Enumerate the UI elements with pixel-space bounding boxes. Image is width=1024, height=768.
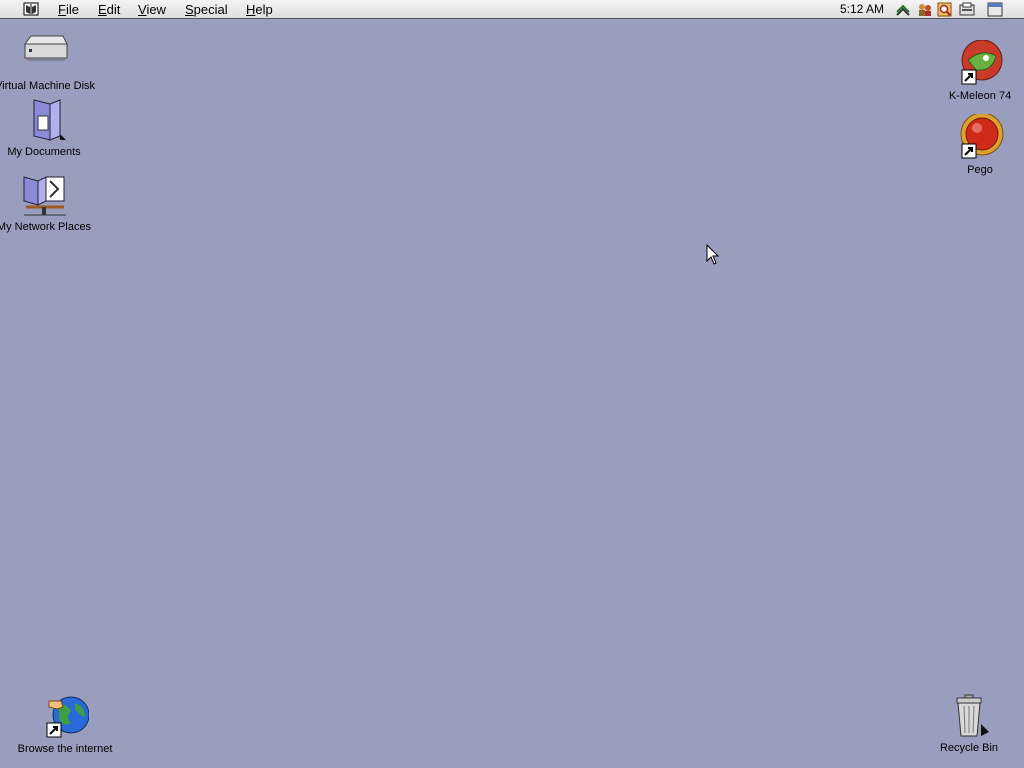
menu-edit-mnemonic: E (98, 2, 107, 17)
window-icon[interactable] (987, 2, 1003, 17)
mouse-pointer-icon (706, 244, 720, 265)
desktop-icon-pego[interactable]: Pego (930, 114, 1024, 176)
menu-special-mnemonic: S (185, 2, 194, 17)
vm-disk-label: Virtual Machine Disk (0, 80, 96, 92)
menu-file[interactable]: File (56, 2, 81, 17)
kmeleon-label: K-Meleon 74 (948, 90, 1012, 102)
people-icon[interactable] (917, 2, 933, 17)
desktop-icon-my-documents[interactable]: My Documents (0, 96, 94, 158)
pego-label: Pego (967, 164, 993, 176)
desktop-icon-vm-disk[interactable]: Virtual Machine Disk (0, 30, 95, 92)
my-documents-label: My Documents (7, 146, 81, 158)
apple-menu-icon[interactable] (22, 2, 40, 16)
search-icon[interactable] (937, 2, 953, 17)
menu-help-label: elp (255, 2, 273, 17)
menu-file-mnemonic: F (58, 2, 66, 17)
menu-bar: File Edit View Special Help 5:12 AM (0, 0, 1024, 19)
hardware-icon[interactable] (959, 2, 975, 17)
pego-icon (960, 114, 1004, 159)
globe-icon (46, 696, 89, 738)
menu-help-mnemonic: H (246, 2, 256, 17)
menu-view-label: iew (146, 2, 166, 17)
menu-edit-label: dit (106, 2, 121, 17)
desktop-icon-recycle-bin[interactable]: Recycle Bin (919, 692, 1019, 754)
menu-edit[interactable]: Edit (96, 2, 122, 17)
hard-disk-icon (24, 35, 68, 61)
desktop-icon-kmeleon[interactable]: K-Meleon 74 (930, 40, 1024, 102)
menu-special-label: pecial (193, 2, 228, 17)
menu-file-label: ile (65, 2, 79, 17)
clock[interactable]: 5:12 AM (840, 2, 884, 16)
network-places-icon (23, 176, 66, 216)
menu-special[interactable]: Special (183, 2, 230, 17)
kmeleon-icon (961, 40, 1003, 85)
desktop-icon-network-places[interactable]: My Network Places (0, 171, 94, 233)
desktop-icon-browse-internet[interactable]: Browse the internet (15, 693, 115, 755)
trash-can-icon (956, 694, 989, 737)
recycle-bin-label: Recycle Bin (939, 742, 999, 754)
browse-internet-label: Browse the internet (17, 743, 113, 755)
menu-help[interactable]: Help (244, 2, 275, 17)
network-icon[interactable] (895, 2, 911, 17)
network-places-label: My Network Places (0, 221, 92, 233)
menu-view[interactable]: View (136, 2, 168, 17)
documents-folder-icon (33, 99, 66, 141)
